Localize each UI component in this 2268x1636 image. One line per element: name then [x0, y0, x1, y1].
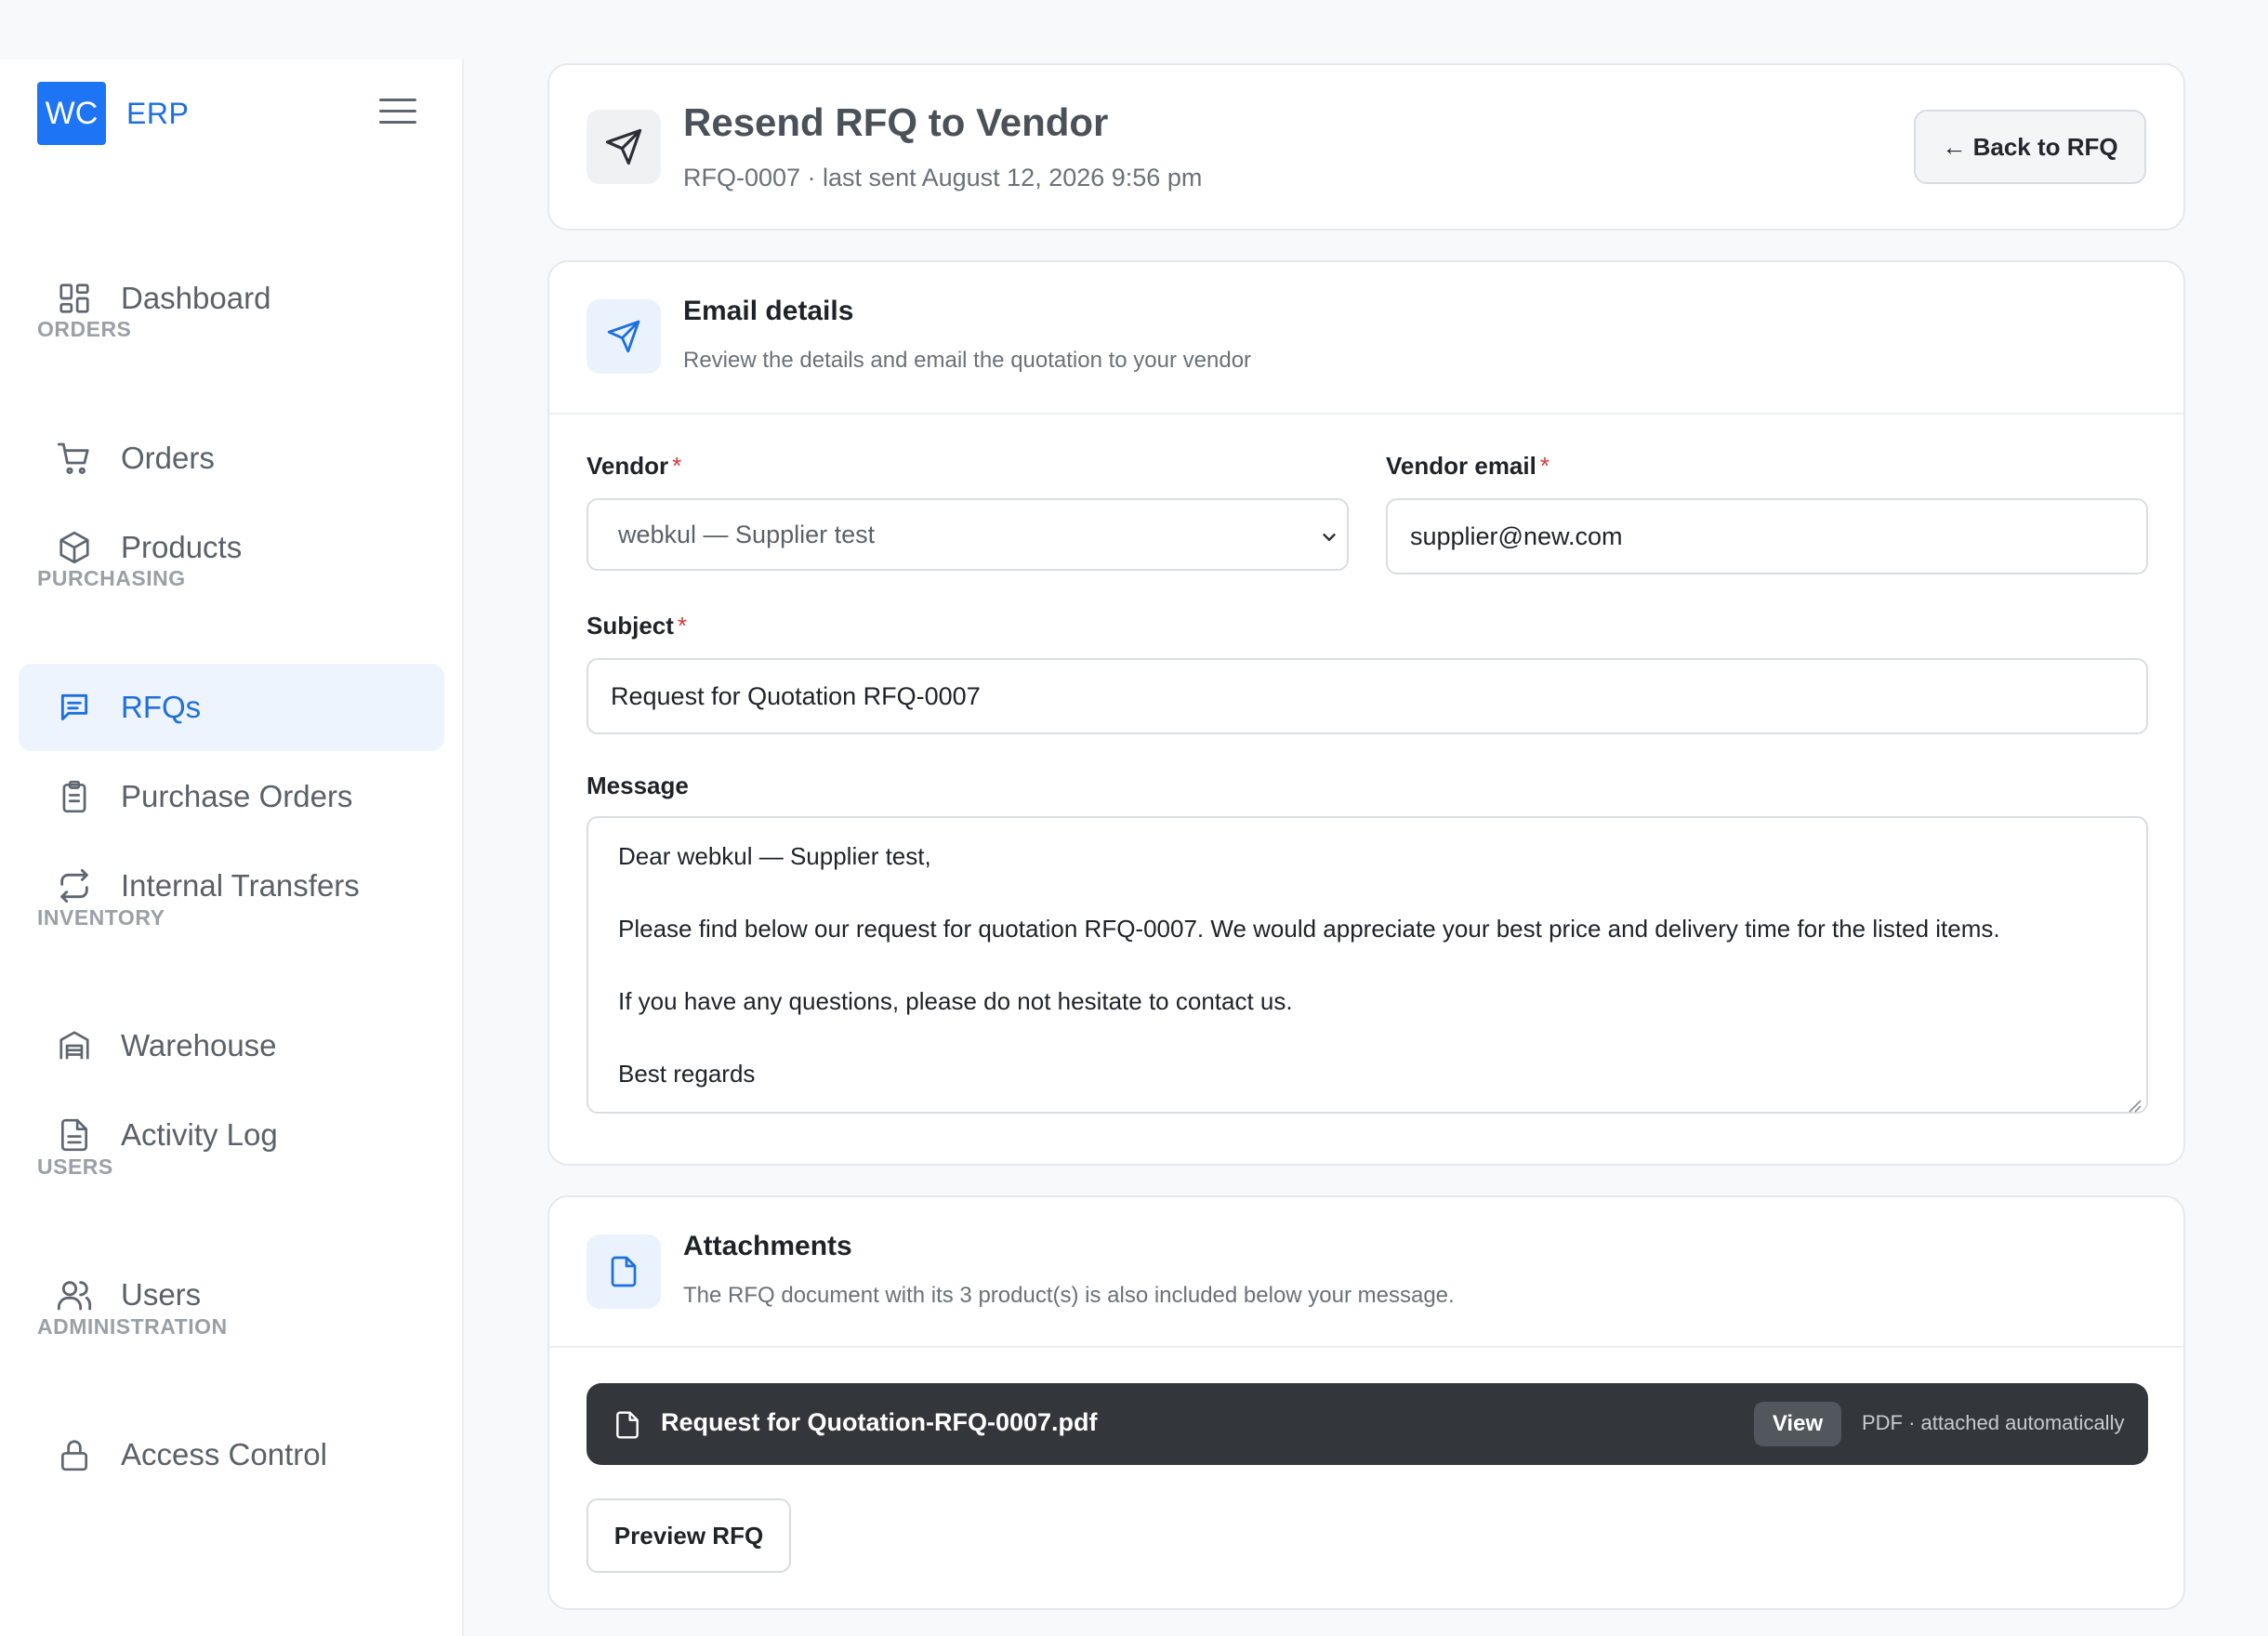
file-icon [587, 1234, 661, 1309]
message-label: Message [587, 772, 689, 799]
attachment-meta: PDF · attached automatically [1862, 1411, 2125, 1434]
section-label-orders: ORDERS [37, 317, 132, 341]
view-attachment-button[interactable]: View [1754, 1402, 1841, 1446]
vendor-select-value: webkul — Supplier test [618, 520, 876, 548]
send-icon [587, 299, 661, 374]
email-details-card: Email details Review the details and ema… [547, 260, 2185, 1166]
attachment-file-row: Request for Quotation-RFQ-0007.pdf View … [587, 1383, 2148, 1465]
section-description: Review the details and email the quotati… [683, 348, 1252, 373]
message-textarea[interactable]: Dear webkul — Supplier test, Please find… [587, 816, 2148, 1114]
sidebar-item-warehouse[interactable]: Warehouse [19, 1002, 444, 1089]
vendor-label: Vendor * [587, 452, 681, 481]
section-label-purchasing: PURCHASING [37, 566, 186, 590]
sidebar-item-label: Internal Transfers [121, 868, 360, 903]
repeat-icon [56, 867, 93, 904]
vendor-select[interactable]: webkul — Supplier test [587, 498, 1349, 571]
section-label-administration: ADMINISTRATION [37, 1314, 228, 1339]
dashboard-icon [56, 280, 93, 317]
attachments-card: Attachments The RFQ document with its 3 … [547, 1195, 2185, 1610]
vendor-label-text: Vendor [587, 452, 669, 480]
section-title: Email details [683, 296, 854, 326]
vendor-email-label-text: Vendor email [1386, 452, 1536, 480]
hamburger-menu-icon[interactable] [379, 99, 416, 126]
subject-label: Subject * [587, 612, 687, 640]
page-header: Resend RFQ to Vendor RFQ-0007 · last sen… [547, 63, 2185, 231]
section-label-users: USERS [37, 1154, 113, 1179]
file-text-icon [56, 1116, 93, 1154]
sidebar-item-label: Access Control [121, 1437, 327, 1471]
section-label-inventory: INVENTORY [37, 905, 165, 930]
resize-handle-icon[interactable] [2126, 1091, 2143, 1113]
vendor-email-label: Vendor email * [1386, 452, 1549, 481]
chevron-down-icon [1317, 525, 1341, 554]
message-square-icon [56, 689, 93, 726]
sidebar-item-label: Orders [121, 441, 215, 475]
warehouse-icon [56, 1027, 93, 1064]
users-icon [56, 1276, 93, 1313]
sidebar-item-label: Activity Log [121, 1117, 278, 1152]
sidebar-item-label: RFQs [121, 690, 202, 724]
message-line: If you have any questions, please do not… [618, 987, 1293, 1015]
sidebar-item-label: Users [121, 1277, 202, 1312]
required-mark: * [672, 452, 682, 480]
brand[interactable]: WC ERP [37, 82, 189, 145]
sidebar-item-label: Purchase Orders [121, 779, 353, 813]
cart-icon [56, 440, 93, 477]
sidebar-item-orders[interactable]: Orders [19, 415, 444, 502]
sidebar: WC ERP Dashboard ORDERS Orders Products … [0, 59, 464, 1636]
brand-name: ERP [126, 96, 190, 130]
page-subtitle: RFQ-0007 · last sent August 12, 2026 9:5… [683, 164, 1203, 191]
sidebar-item-label: Warehouse [121, 1028, 277, 1062]
page-title: Resend RFQ to Vendor [683, 100, 1109, 144]
divider [549, 1346, 2183, 1348]
send-icon [587, 110, 661, 184]
brand-logo: WC [37, 82, 106, 145]
sidebar-item-label: Products [121, 530, 243, 564]
sidebar-item-label: Dashboard [121, 281, 271, 315]
subject-field[interactable]: Request for Quotation RFQ-0007 [587, 658, 2148, 734]
section-description: The RFQ document with its 3 product(s) i… [683, 1283, 1455, 1308]
required-mark: * [1539, 452, 1549, 480]
sidebar-item-rfqs[interactable]: RFQs [19, 664, 444, 751]
clipboard-icon [56, 778, 93, 815]
preview-rfq-button[interactable]: Preview RFQ [587, 1498, 791, 1573]
sidebar-item-access-control[interactable]: Access Control [19, 1411, 444, 1498]
file-icon [613, 1409, 642, 1441]
attachment-file-name: Request for Quotation-RFQ-0007.pdf [661, 1408, 1098, 1436]
message-line: Please find below our request for quotat… [618, 915, 2000, 943]
lock-icon [56, 1436, 93, 1473]
divider [549, 413, 2183, 415]
required-mark: * [677, 612, 688, 640]
box-icon [56, 529, 93, 566]
back-to-rfq-button[interactable]: ← Back to RFQ [1914, 110, 2146, 184]
vendor-email-field[interactable]: supplier@new.com [1386, 498, 2148, 574]
message-line: Dear webkul — Supplier test, [618, 842, 931, 870]
subject-label-text: Subject [587, 612, 674, 640]
section-title: Attachments [683, 1231, 852, 1261]
sidebar-item-purchase-orders[interactable]: Purchase Orders [19, 753, 444, 840]
message-line: Best regards [618, 1060, 756, 1088]
